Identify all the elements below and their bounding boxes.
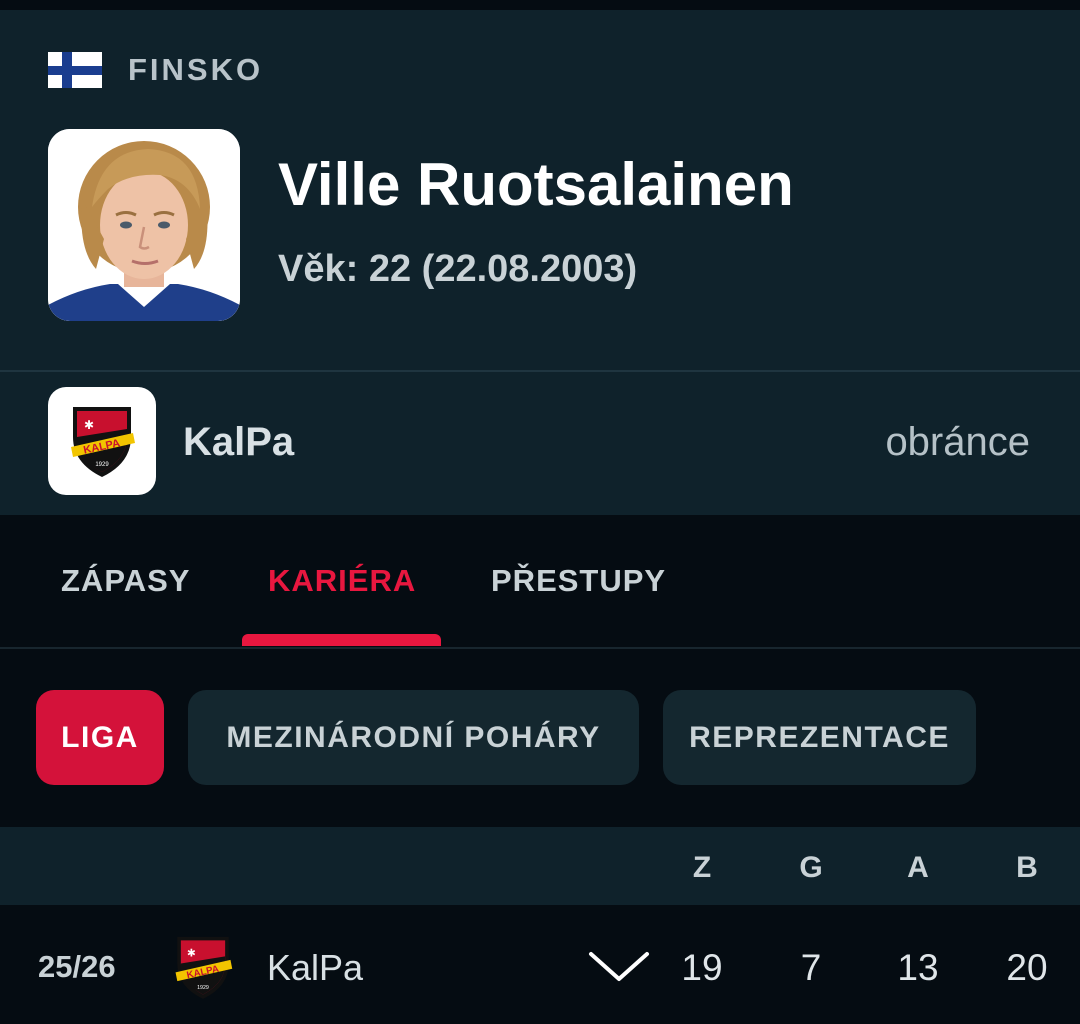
team-row[interactable]: KALPA 1929 ✱ KalPa obránce [0, 372, 1080, 515]
tab-kariera[interactable]: KARIÉRA [268, 563, 416, 599]
filter-liga[interactable]: LIGA [36, 690, 164, 785]
player-name: Ville Ruotsalainen [278, 151, 794, 218]
logo-year-small: 1929 [197, 985, 209, 991]
player-position: obránce [885, 420, 1030, 464]
tabs-divider [0, 647, 1080, 649]
tab-bar: ZÁPASY KARIÉRA PŘESTUPY [0, 515, 1080, 647]
table-row[interactable]: 25/26 KALPA 1929 ✱ KalPa 19 7 13 20 [0, 905, 1080, 1024]
column-header-a: A [907, 851, 929, 884]
team-logo-small: KALPA 1929 ✱ [172, 933, 234, 1001]
chevron-down-icon[interactable] [588, 949, 650, 983]
team-logo[interactable]: KALPA 1929 ✱ [48, 387, 156, 495]
filter-mezinarodni-pohary[interactable]: MEZINÁRODNÍ POHÁRY [188, 690, 639, 785]
stat-a: 13 [897, 947, 939, 988]
team-name[interactable]: KalPa [183, 420, 294, 465]
finland-flag-icon [48, 52, 102, 88]
top-strip [0, 0, 1080, 10]
country-row: FINSKO [48, 52, 263, 88]
age-label: Věk: [278, 248, 359, 290]
player-photo [48, 129, 240, 321]
filter-reprezentace[interactable]: REPREZENTACE [663, 690, 976, 785]
stat-z: 19 [681, 947, 723, 988]
table-header: Z G A B [0, 827, 1080, 905]
tab-zapasy[interactable]: ZÁPASY [61, 563, 190, 599]
age-value: 22 (22.08.2003) [368, 248, 638, 290]
row-team-name: KalPa [267, 947, 364, 988]
player-header: FINSKO Ville Ruotsalainen Věk: 22 (22.08… [0, 10, 1080, 370]
active-tab-indicator [242, 634, 441, 646]
stat-b: 20 [1006, 947, 1048, 988]
column-header-z: Z [692, 851, 712, 884]
column-header-b: B [1016, 851, 1038, 884]
tab-prestupy[interactable]: PŘESTUPY [491, 563, 666, 599]
column-header-g: G [799, 851, 823, 884]
svg-text:✱: ✱ [187, 946, 196, 959]
logo-year: 1929 [95, 462, 109, 468]
svg-text:✱: ✱ [84, 418, 94, 432]
season: 25/26 [38, 949, 116, 984]
country-name: FINSKO [128, 52, 264, 87]
stat-g: 7 [800, 947, 822, 988]
player-age: Věk: 22 (22.08.2003) [278, 248, 637, 291]
